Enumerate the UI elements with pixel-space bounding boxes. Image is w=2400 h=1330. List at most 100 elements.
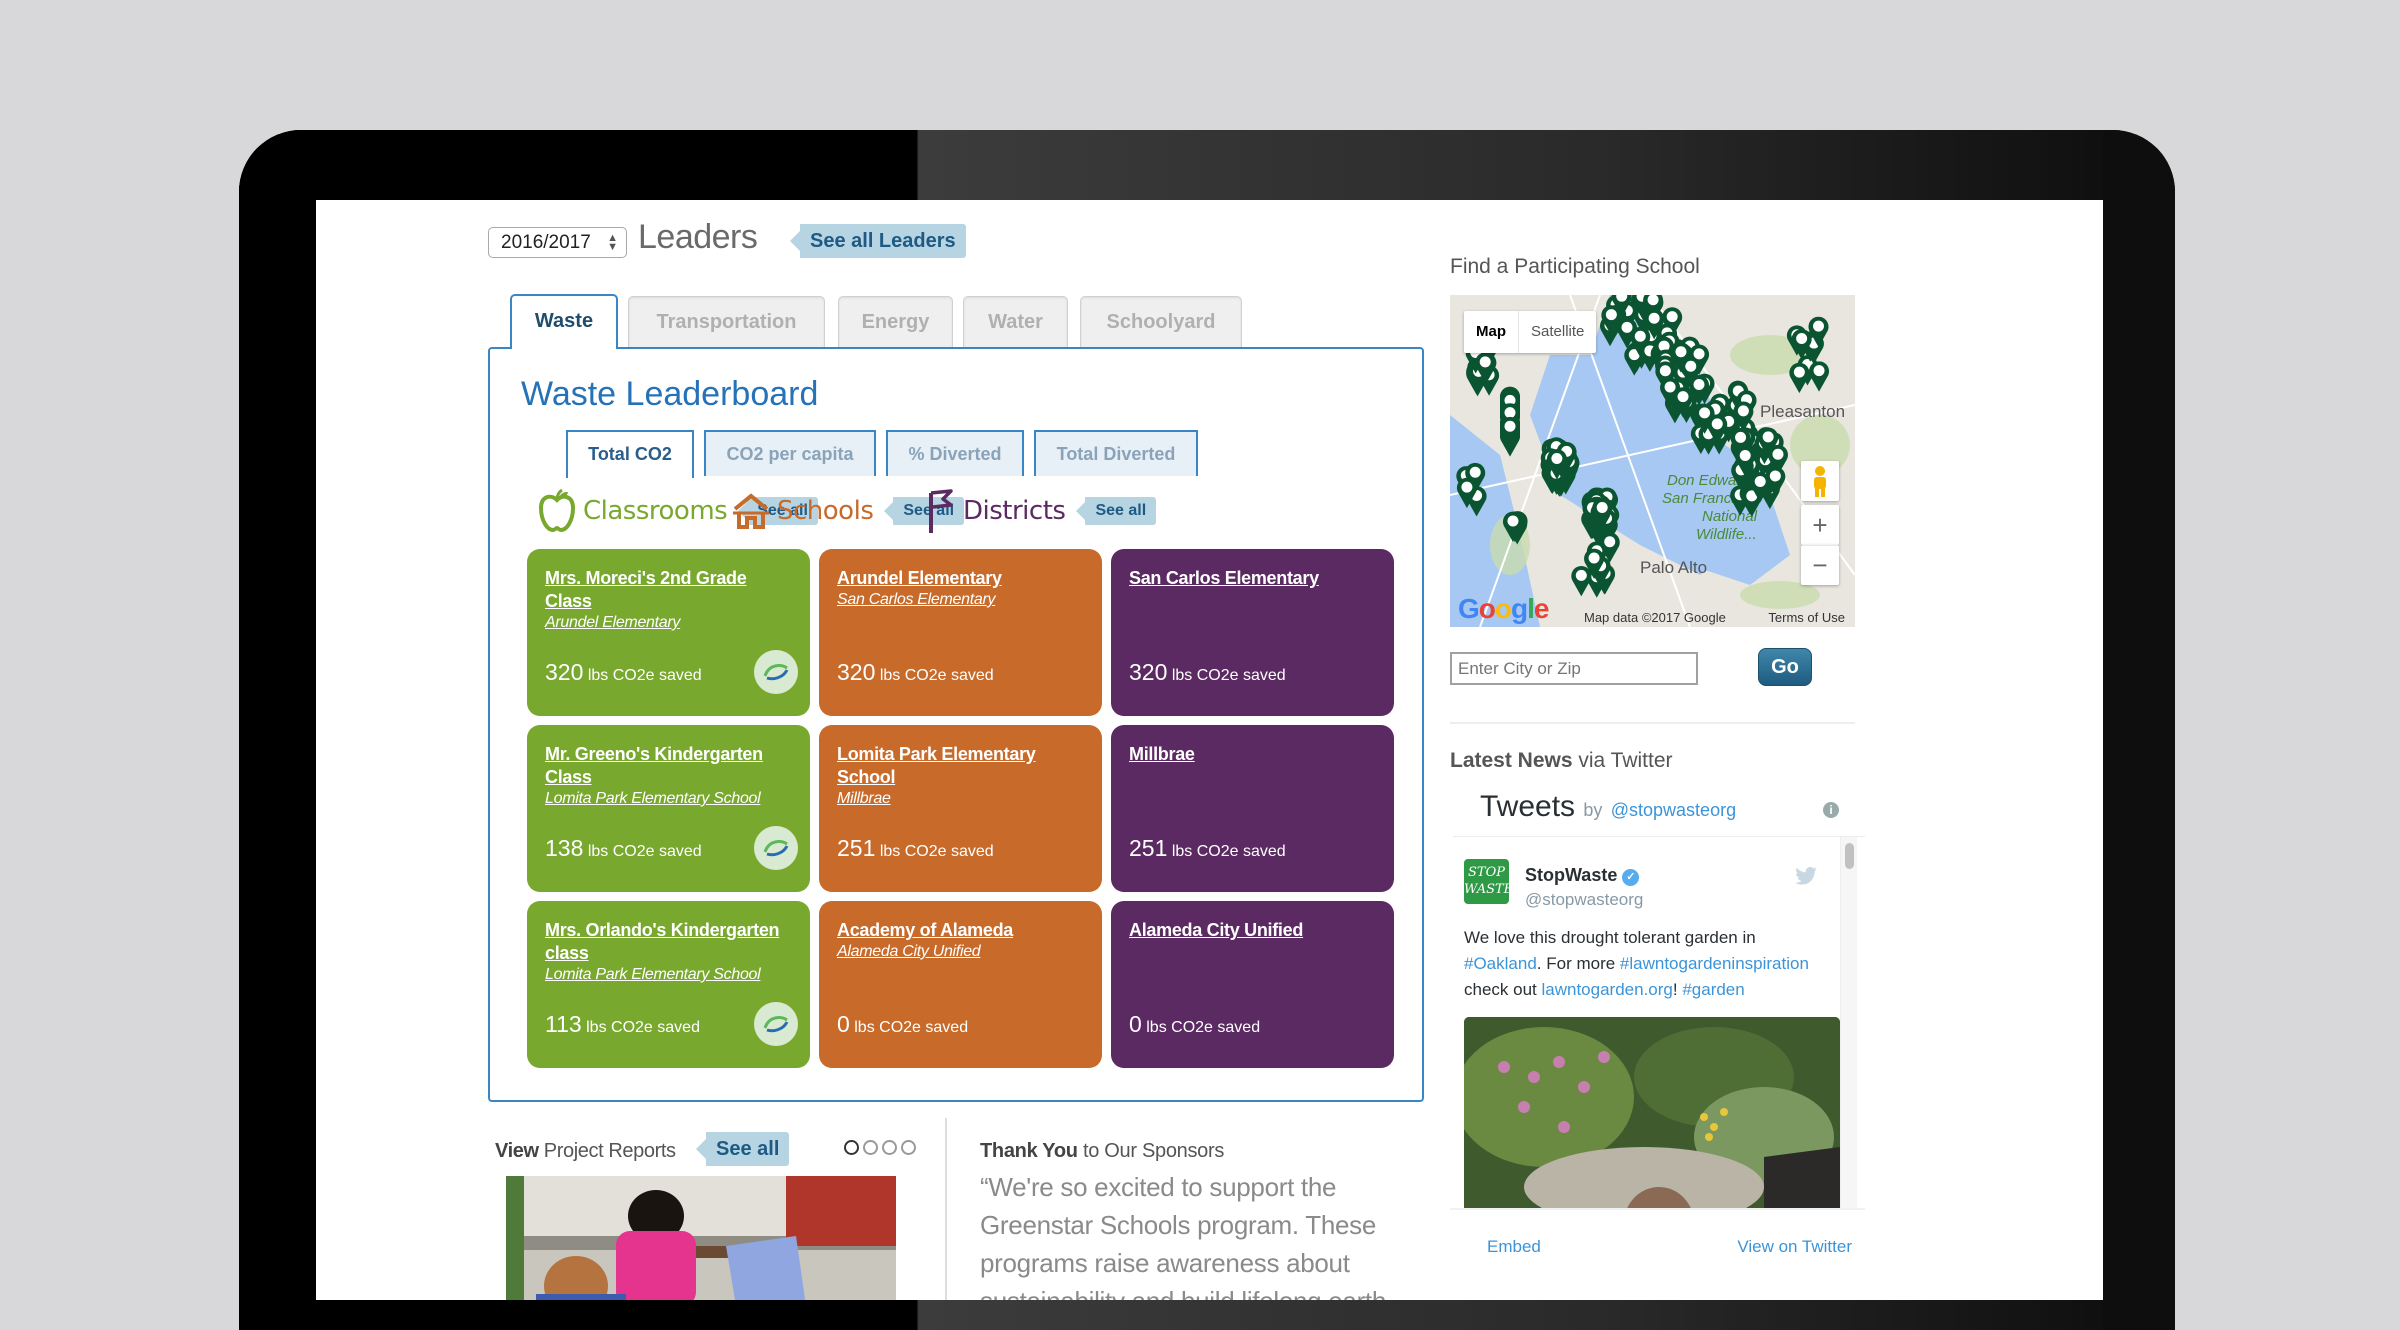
- district-link[interactable]: Alameda City Unified: [837, 943, 1084, 961]
- tweet-link[interactable]: #lawntogardeninspiration: [1620, 954, 1809, 973]
- year-select[interactable]: 2016/2017 ▲ ▼: [488, 227, 627, 258]
- greenstar-badge-icon: [754, 826, 798, 870]
- carousel-dots: [844, 1140, 916, 1155]
- project-report-photo[interactable]: [506, 1176, 896, 1300]
- go-button[interactable]: Go: [1758, 648, 1812, 686]
- project-reports-see-all-button[interactable]: See all: [695, 1132, 790, 1166]
- district-card[interactable]: Millbrae 251 lbs CO2e saved: [1111, 725, 1394, 892]
- tweets-heading: Tweets by @stopwasteorg: [1480, 790, 1737, 823]
- classroom-card[interactable]: Mr. Greeno's Kindergarten Class Lomita P…: [527, 725, 810, 892]
- select-arrows-icon: ▲ ▼: [607, 232, 618, 253]
- street-view-pegman-icon[interactable]: [1801, 461, 1839, 501]
- verified-badge-icon: ✓: [1622, 869, 1640, 886]
- co2-stat: 320 lbs CO2e saved: [1129, 659, 1286, 685]
- scrollbar-thumb[interactable]: [1845, 843, 1854, 869]
- flag-icon: [929, 489, 953, 533]
- map-zoom-in-button[interactable]: +: [1801, 505, 1839, 545]
- classroom-card[interactable]: Mrs. Orlando's Kindergarten class Lomita…: [527, 901, 810, 1068]
- school-card[interactable]: Arundel Elementary San Carlos Elementary…: [819, 549, 1102, 716]
- sponsor-quote: “We're so excited to support the Greenst…: [980, 1172, 1386, 1300]
- map-label-pleasanton: Pleasanton: [1760, 402, 1845, 421]
- browser-screen: 2016/2017 ▲ ▼ Leaders See all Leaders Was…: [316, 200, 2103, 1300]
- tab-schoolyard[interactable]: Schoolyard: [1080, 296, 1242, 347]
- metric-tab-total-co2[interactable]: Total CO2: [566, 430, 694, 478]
- school-name-link[interactable]: Arundel Elementary: [837, 567, 1084, 590]
- district-name-link[interactable]: Millbrae: [1129, 743, 1376, 766]
- tweet-text-segment: . For more: [1536, 954, 1620, 973]
- map-attribution: Map data ©2017 Google: [1584, 610, 1726, 625]
- district-card[interactable]: Alameda City Unified 0 lbs CO2e saved: [1111, 901, 1394, 1068]
- section-label: Schools: [777, 496, 874, 526]
- tab-water[interactable]: Water: [963, 296, 1068, 347]
- section-districts: Districts See all: [923, 487, 1157, 535]
- co2-stat: 0 lbs CO2e saved: [1129, 1011, 1261, 1037]
- tweet-author[interactable]: StopWaste ✓: [1525, 865, 1640, 886]
- section-label: Districts: [963, 496, 1066, 526]
- metric-tab-total-diverted[interactable]: Total Diverted: [1034, 430, 1198, 476]
- tweet-photo[interactable]: [1464, 1017, 1840, 1208]
- district-name-link[interactable]: San Carlos Elementary: [1129, 567, 1376, 590]
- tweet-avatar[interactable]: STOP WASTE: [1464, 859, 1513, 904]
- co2-stat: 251 lbs CO2e saved: [837, 835, 994, 861]
- tab-waste[interactable]: Waste: [510, 294, 618, 349]
- carousel-dot[interactable]: [863, 1140, 878, 1155]
- districts-see-all-button[interactable]: See all: [1076, 497, 1157, 525]
- map-type-satellite-button[interactable]: Satellite: [1518, 311, 1596, 353]
- tab-energy[interactable]: Energy: [838, 296, 953, 347]
- google-logo: Google: [1458, 593, 1549, 624]
- city-zip-input[interactable]: [1450, 652, 1698, 685]
- school-link[interactable]: Lomita Park Elementary School: [545, 790, 792, 808]
- classroom-name-link[interactable]: Mrs. Moreci's 2nd Grade Class: [545, 567, 792, 613]
- district-name-link[interactable]: Alameda City Unified: [1129, 919, 1376, 942]
- carousel-dot[interactable]: [844, 1140, 859, 1155]
- tweet-text-segment: We love this drought tolerant garden in: [1464, 928, 1756, 947]
- tweet-link[interactable]: #garden: [1682, 980, 1744, 999]
- carousel-dot[interactable]: [882, 1140, 897, 1155]
- school-link[interactable]: Arundel Elementary: [545, 614, 792, 632]
- school-card[interactable]: Academy of Alameda Alameda City Unified …: [819, 901, 1102, 1068]
- district-card[interactable]: San Carlos Elementary 320 lbs CO2e saved: [1111, 549, 1394, 716]
- metric-tab-co2-per-capita[interactable]: CO2 per capita: [704, 430, 876, 476]
- tab-transportation[interactable]: Transportation: [628, 296, 825, 347]
- timeline-scrollbar[interactable]: [1840, 837, 1857, 1208]
- tweet-text-segment: check out: [1464, 980, 1542, 999]
- see-all-leaders-button[interactable]: See all Leaders: [790, 224, 966, 258]
- co2-stat: 251 lbs CO2e saved: [1129, 835, 1286, 861]
- metric-tab-percent-diverted[interactable]: % Diverted: [886, 430, 1024, 476]
- section-divider: [1450, 722, 1855, 724]
- school-house-icon: [733, 493, 769, 529]
- district-link[interactable]: San Carlos Elementary: [837, 591, 1084, 609]
- tweet-author-handle[interactable]: @stopwasteorg: [1525, 890, 1643, 910]
- apple-icon: [538, 488, 576, 533]
- tweet-text: We love this drought tolerant garden in …: [1464, 925, 1824, 1003]
- tweet-link[interactable]: lawntogarden.org: [1542, 980, 1673, 999]
- carousel-dot[interactable]: [901, 1140, 916, 1155]
- greenstar-badge-icon: [754, 1002, 798, 1046]
- map-zoom-out-button[interactable]: −: [1801, 545, 1839, 585]
- twitter-bird-icon[interactable]: [1795, 865, 1817, 891]
- school-card[interactable]: Lomita Park Elementary School Millbrae 2…: [819, 725, 1102, 892]
- tweet-link[interactable]: #Oakland: [1464, 954, 1537, 973]
- school-name-link[interactable]: Lomita Park Elementary School: [837, 743, 1084, 789]
- page-title: Leaders: [638, 218, 758, 256]
- twitter-handle-link[interactable]: @stopwasteorg: [1611, 800, 1736, 820]
- greenstar-badge-icon: [754, 650, 798, 694]
- svg-text:Palo Alto: Palo Alto: [1640, 558, 1707, 577]
- classroom-card[interactable]: Mrs. Moreci's 2nd Grade Class Arundel El…: [527, 549, 810, 716]
- year-select-value: 2016/2017: [501, 232, 591, 253]
- embed-link[interactable]: Embed: [1487, 1237, 1541, 1257]
- info-icon[interactable]: i: [1823, 802, 1839, 818]
- map-type-map-button[interactable]: Map: [1464, 311, 1518, 353]
- school-name-link[interactable]: Academy of Alameda: [837, 919, 1084, 942]
- classroom-name-link[interactable]: Mr. Greeno's Kindergarten Class: [545, 743, 792, 789]
- school-map[interactable]: Pleasanton Don Edwards San Francisco Nat…: [1450, 295, 1855, 627]
- co2-stat: 138 lbs CO2e saved: [545, 835, 702, 861]
- co2-stat: 0 lbs CO2e saved: [837, 1011, 969, 1037]
- latest-news-heading: Latest News via Twitter: [1450, 749, 1673, 772]
- co2-stat: 320 lbs CO2e saved: [837, 659, 994, 685]
- map-terms-link[interactable]: Terms of Use: [1768, 610, 1845, 625]
- district-link[interactable]: Millbrae: [837, 790, 1084, 808]
- view-on-twitter-link[interactable]: View on Twitter: [1737, 1237, 1852, 1257]
- classroom-name-link[interactable]: Mrs. Orlando's Kindergarten class: [545, 919, 792, 965]
- school-link[interactable]: Lomita Park Elementary School: [545, 966, 792, 984]
